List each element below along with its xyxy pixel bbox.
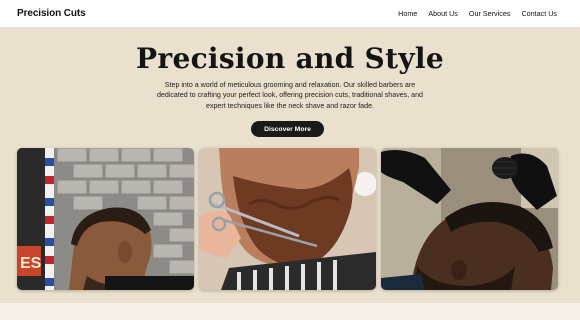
page-bottom-band	[0, 303, 580, 320]
nav-link-home[interactable]: Home	[398, 9, 417, 18]
brand-logo-text[interactable]: Precision Cuts	[17, 8, 86, 19]
beard-trim-photo-illustration	[199, 148, 376, 290]
gallery-image-beard-trim	[199, 148, 376, 290]
hero-description: Step into a world of meticulous grooming…	[156, 81, 424, 110]
haircut-photo-illustration: ES	[17, 148, 194, 290]
discover-more-button[interactable]: Discover More	[251, 121, 324, 137]
nav-link-about-us[interactable]: About Us	[428, 9, 458, 18]
nav-link-our-services[interactable]: Our Services	[469, 9, 511, 18]
hero-title: Precision and Style	[136, 42, 444, 75]
hero-section: Precision and Style Step into a world of…	[0, 27, 580, 303]
svg-text:ES: ES	[20, 255, 42, 272]
gallery-image-haircut: ES	[17, 148, 194, 290]
gallery-image-shave	[381, 148, 558, 290]
gallery-cards: ES	[17, 148, 558, 290]
beard-shave-photo-illustration	[381, 148, 558, 290]
nav-link-contact-us[interactable]: Contact Us	[521, 9, 557, 18]
main-menu: Home About Us Our Services Contact Us	[398, 9, 557, 18]
top-navbar: Precision Cuts Home About Us Our Service…	[0, 0, 580, 27]
